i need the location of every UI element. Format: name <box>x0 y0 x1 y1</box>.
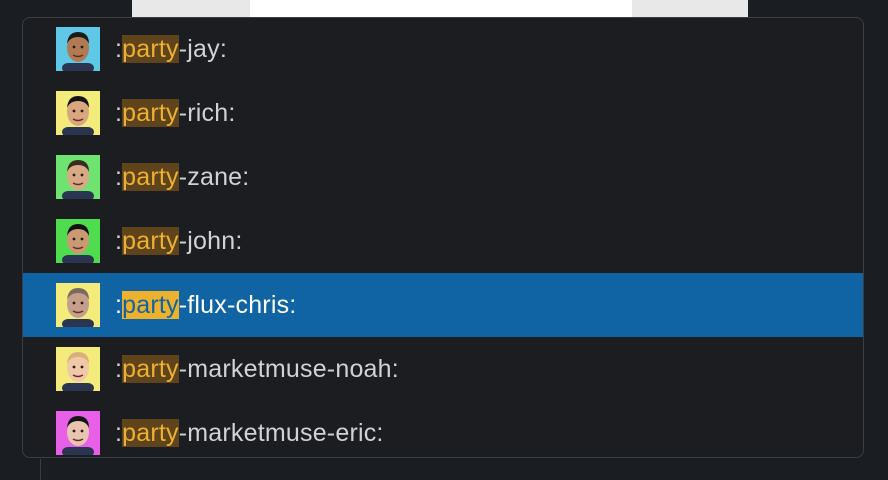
shortcode-suffix: -john: <box>178 227 243 255</box>
custom-emoji-avatar-icon <box>56 91 100 135</box>
emoji-suggestion-item-john[interactable]: :party-john: <box>23 209 863 273</box>
emoji-autocomplete-popup: :party-jay: :party-rich: :party-zane: :p… <box>22 17 864 458</box>
emoji-suggestion-item-jay[interactable]: :party-jay: <box>23 18 863 81</box>
custom-emoji-avatar-icon <box>56 411 100 455</box>
message-input-field <box>250 0 632 18</box>
shortcode-suffix: -jay: <box>178 35 227 63</box>
divider <box>40 459 41 480</box>
emoji-suggestion-item-zane[interactable]: :party-zane: <box>23 145 863 209</box>
shortcode-match-highlight: party <box>122 35 179 63</box>
emoji-suggestion-item-flux-chris[interactable]: :party-flux-chris: <box>23 273 863 337</box>
emoji-suggestion-item-rich[interactable]: :party-rich: <box>23 81 863 145</box>
shortcode-suffix: -rich: <box>178 99 236 127</box>
shortcode-match-highlight: party <box>122 355 179 383</box>
custom-emoji-avatar-icon <box>56 219 100 263</box>
emoji-suggestion-item-marketmuse-noah[interactable]: :party-marketmuse-noah: <box>23 337 863 401</box>
shortcode-suffix: -marketmuse-noah: <box>178 355 399 383</box>
shortcode-match-highlight: party <box>122 163 179 191</box>
shortcode-suffix: -flux-chris: <box>178 291 297 319</box>
emoji-shortcode-label: :party-marketmuse-noah: <box>115 337 399 401</box>
shortcode-suffix: -zane: <box>178 163 250 191</box>
emoji-suggestion-item-marketmuse-eric[interactable]: :party-marketmuse-eric: <box>23 401 863 457</box>
emoji-shortcode-label: :party-john: <box>115 209 243 273</box>
shortcode-match-highlight: party <box>122 419 179 447</box>
custom-emoji-avatar-icon <box>56 347 100 391</box>
emoji-shortcode-label: :party-jay: <box>115 18 227 81</box>
shortcode-match-highlight: party <box>122 227 179 255</box>
custom-emoji-avatar-icon <box>56 155 100 199</box>
custom-emoji-avatar-icon <box>56 283 100 327</box>
emoji-shortcode-label: :party-flux-chris: <box>115 273 296 337</box>
shortcode-match-highlight: party <box>122 291 179 319</box>
emoji-shortcode-label: :party-rich: <box>115 81 236 145</box>
shortcode-suffix: -marketmuse-eric: <box>178 419 384 447</box>
emoji-shortcode-label: :party-marketmuse-eric: <box>115 401 384 457</box>
emoji-shortcode-label: :party-zane: <box>115 145 249 209</box>
shortcode-match-highlight: party <box>122 99 179 127</box>
custom-emoji-avatar-icon <box>56 27 100 71</box>
